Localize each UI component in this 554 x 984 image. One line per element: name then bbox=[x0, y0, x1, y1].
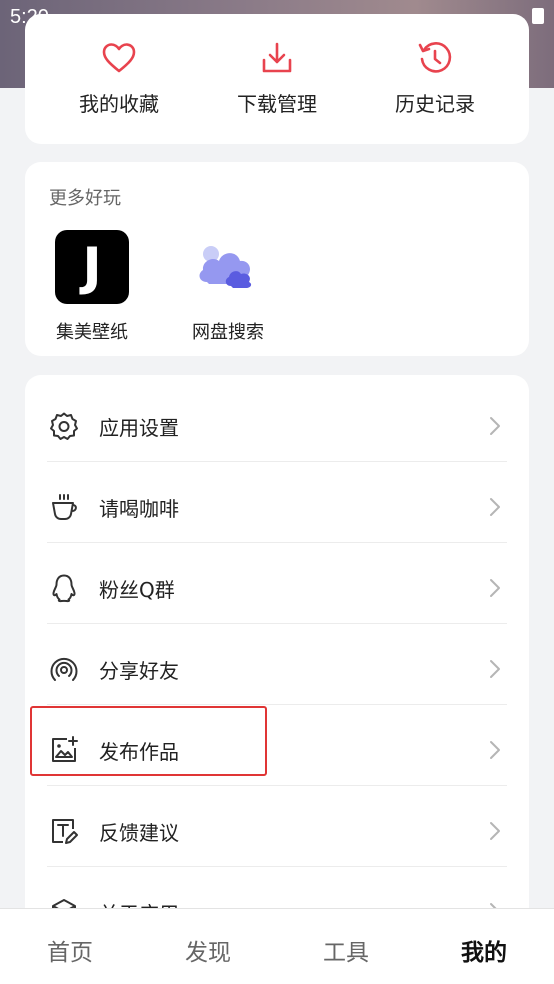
status-indicators bbox=[532, 8, 544, 24]
menu-item-share-friends[interactable]: 分享好友 bbox=[25, 624, 529, 705]
tab-mine[interactable]: 我的 bbox=[424, 933, 544, 967]
app-cloud-drive-search[interactable]: 网盘搜索 bbox=[173, 230, 283, 344]
history-icon bbox=[418, 42, 452, 73]
cloud-drive-search-app-icon bbox=[199, 246, 252, 288]
app-label: 集美壁纸 bbox=[56, 322, 128, 343]
jimei-wallpaper-app-icon: J bbox=[55, 230, 129, 304]
tab-tools[interactable]: 工具 bbox=[286, 933, 406, 967]
menu-item-label: 反馈建议 bbox=[99, 821, 179, 845]
highlight-box bbox=[30, 706, 267, 776]
menu-item-label: 分享好友 bbox=[99, 659, 179, 683]
menu-item-label: 请喝咖啡 bbox=[99, 497, 179, 521]
coffee-icon bbox=[52, 494, 77, 520]
menu-item-fan-group[interactable]: 粉丝Q群 bbox=[25, 543, 529, 624]
feedback-edit-icon bbox=[52, 819, 78, 844]
section-title: 更多好玩 bbox=[49, 188, 121, 209]
quick-actions-card: 我的收藏 下载管理 历史记录 bbox=[25, 14, 529, 144]
gear-icon bbox=[50, 412, 78, 440]
chevron-right-icon bbox=[490, 660, 500, 678]
menu-item-buy-coffee[interactable]: 请喝咖啡 bbox=[25, 462, 529, 543]
tab-home[interactable]: 首页 bbox=[10, 933, 130, 967]
app-jimei-wallpaper[interactable]: J 集美壁纸 bbox=[37, 230, 147, 344]
heart-icon bbox=[102, 43, 136, 73]
menu-item-feedback[interactable]: 反馈建议 bbox=[25, 786, 529, 867]
chevron-right-icon bbox=[490, 822, 500, 840]
menu-item-app-settings[interactable]: 应用设置 bbox=[25, 381, 529, 462]
chevron-right-icon bbox=[490, 417, 500, 435]
history-label: 历史记录 bbox=[395, 92, 475, 116]
download-manager-button[interactable]: 下载管理 bbox=[197, 40, 357, 117]
more-fun-card: 更多好玩 J 集美壁纸 网盘搜索 bbox=[25, 162, 529, 356]
tab-discover[interactable]: 发现 bbox=[148, 933, 268, 967]
qq-penguin-icon bbox=[52, 574, 76, 603]
download-icon bbox=[262, 42, 292, 73]
chevron-right-icon bbox=[490, 741, 500, 759]
menu-list-card: 应用设置 请喝咖啡 粉丝Q群 分享好友 发布作品 反馈建议 bbox=[25, 375, 529, 935]
share-signal-icon bbox=[50, 657, 78, 681]
download-manager-label: 下载管理 bbox=[237, 92, 317, 116]
favorites-label: 我的收藏 bbox=[79, 92, 159, 116]
favorites-button[interactable]: 我的收藏 bbox=[39, 40, 199, 117]
bottom-tab-bar: 首页 发现 工具 我的 bbox=[0, 908, 554, 984]
battery-icon bbox=[532, 8, 544, 24]
chevron-right-icon bbox=[490, 579, 500, 597]
chevron-right-icon bbox=[490, 498, 500, 516]
history-button[interactable]: 历史记录 bbox=[355, 40, 515, 117]
app-label: 网盘搜索 bbox=[192, 322, 264, 343]
menu-item-label: 应用设置 bbox=[99, 416, 179, 440]
menu-item-label: 粉丝Q群 bbox=[99, 578, 175, 602]
